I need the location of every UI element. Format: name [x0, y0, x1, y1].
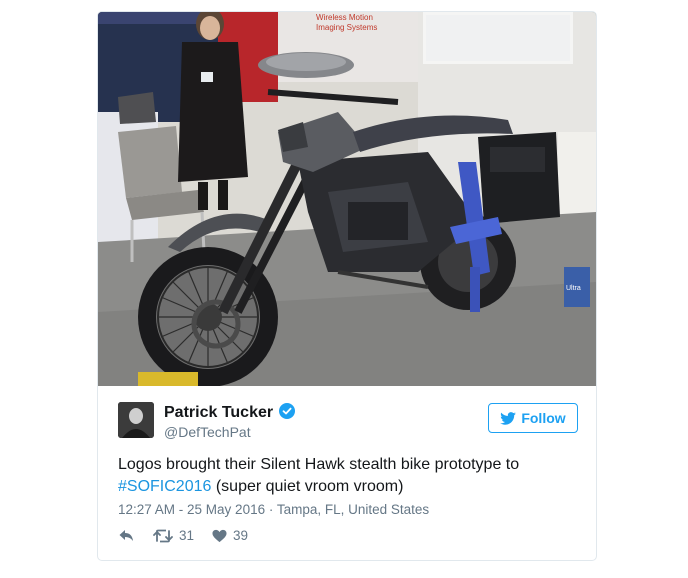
tweet-text-after: (super quiet vroom vroom) [211, 478, 404, 495]
twitter-bird-icon [500, 411, 517, 425]
tweet-author: Patrick Tucker @DefTechPat Follow [118, 402, 578, 442]
follow-button[interactable]: Follow [488, 403, 578, 433]
meta-separator: · [265, 502, 277, 517]
verified-badge-icon [279, 403, 296, 419]
author-name[interactable]: Patrick Tucker [164, 404, 273, 421]
reply-button[interactable] [118, 528, 134, 542]
booth-sign-line2: Imaging Systems [316, 23, 377, 32]
tweet-meta: 12:27 AM - 25 May 2016 · Tampa, FL, Unit… [118, 502, 429, 517]
box-label: Ultra [566, 285, 581, 292]
tweet-photo[interactable]: Wireless Motion Imaging Systems Ultra [98, 12, 596, 386]
reply-icon [119, 530, 133, 541]
avatar[interactable] [118, 402, 154, 438]
tweet-text-before: Logos brought their Silent Hawk stealth … [118, 456, 520, 473]
location-link[interactable]: Tampa, FL, United States [277, 502, 429, 517]
author-name-row[interactable]: Patrick Tucker [164, 403, 296, 422]
retweet-count: 31 [179, 528, 195, 543]
tweet-text: Logos brought their Silent Hawk stealth … [118, 454, 578, 498]
timestamp-link[interactable]: 12:27 AM - 25 May 2016 [118, 502, 265, 517]
tweet-card: Wireless Motion Imaging Systems Ultra Pa… [97, 11, 597, 561]
booth-sign-line1: Wireless Motion [316, 13, 373, 22]
hashtag-link[interactable]: #SOFIC2016 [118, 478, 211, 495]
retweet-icon [153, 529, 173, 542]
like-count: 39 [233, 528, 249, 543]
like-heart-icon [212, 529, 227, 542]
motorcycle-photo-illustration: Wireless Motion Imaging Systems Ultra [98, 12, 596, 386]
author-handle[interactable]: @DefTechPat [164, 424, 251, 440]
follow-label: Follow [521, 410, 566, 426]
retweet-button[interactable]: 31 [153, 528, 194, 543]
like-button[interactable]: 39 [212, 528, 248, 543]
